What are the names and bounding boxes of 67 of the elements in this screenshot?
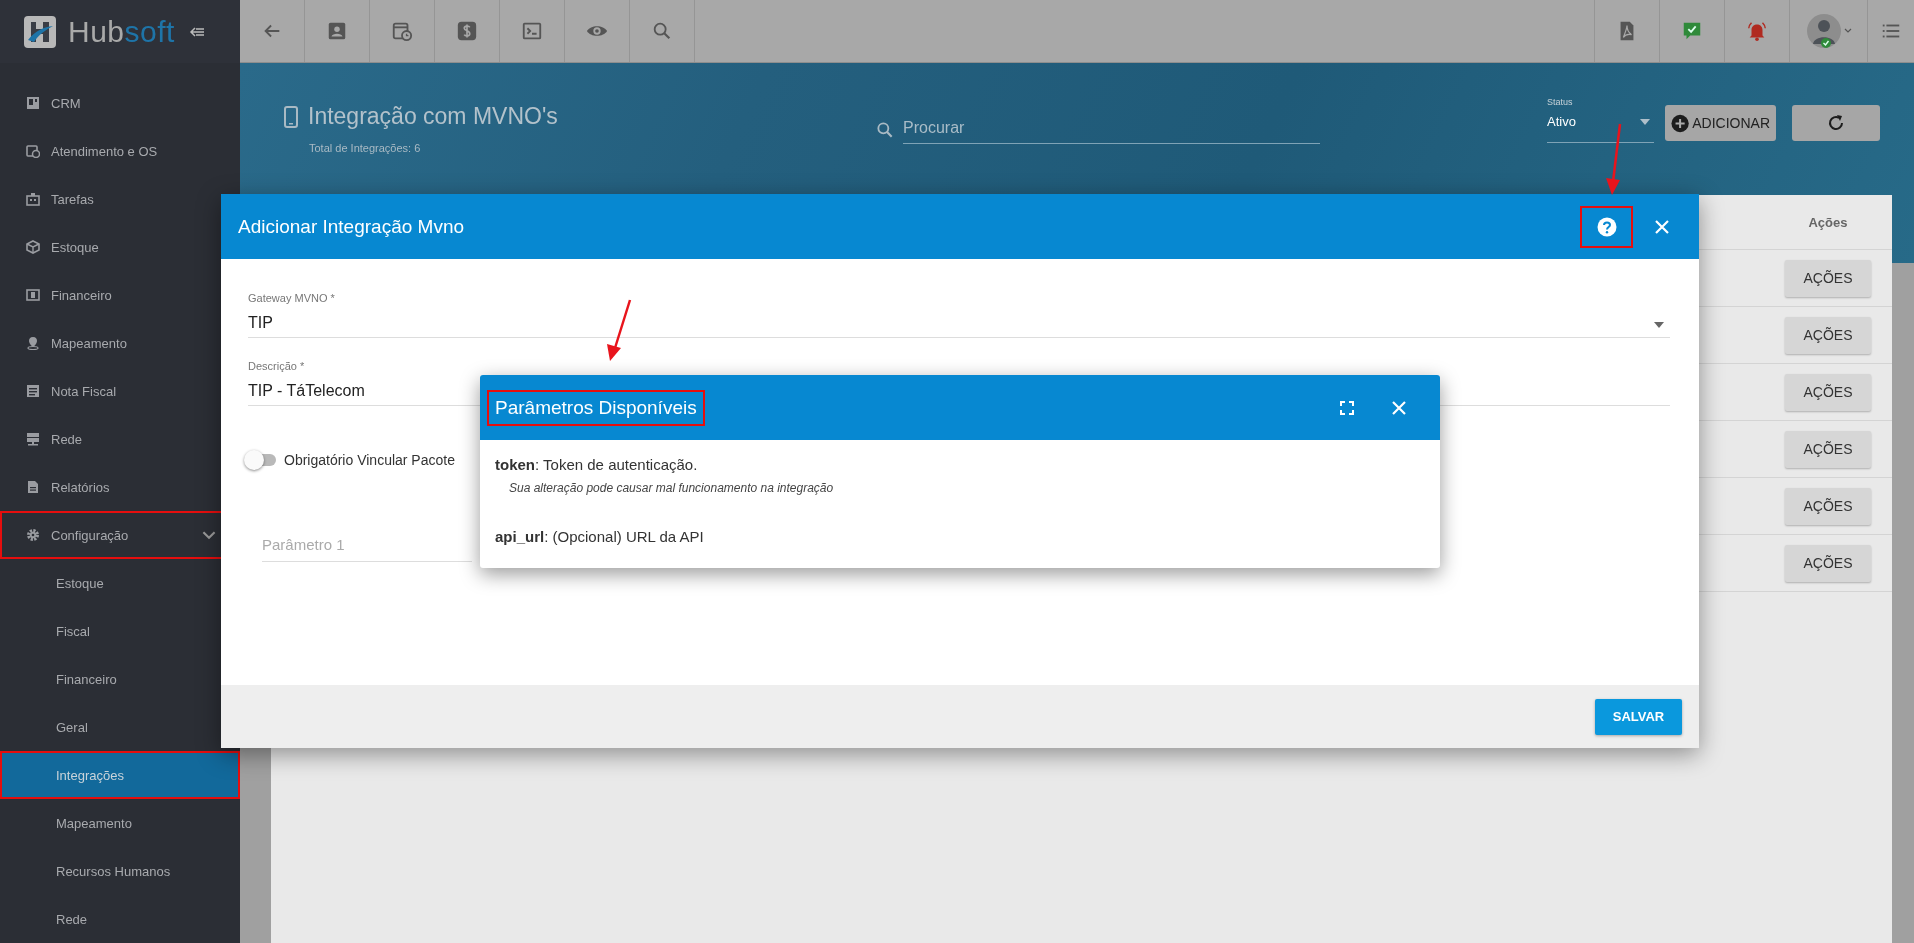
actions-button[interactable]: AÇÕES — [1785, 430, 1871, 468]
column-header: Ações — [1807, 214, 1849, 230]
gear-icon — [26, 528, 40, 542]
logo-text: Hubsoft — [68, 14, 175, 49]
sidebar-item[interactable]: Mapeamento — [0, 319, 240, 367]
sidebar-item[interactable]: Nota Fiscal — [0, 367, 240, 415]
gateway-select[interactable]: Gateway MVNO * TIP — [248, 292, 1670, 338]
save-button[interactable]: SALVAR — [1595, 698, 1682, 735]
actions-button[interactable]: AÇÕES — [1785, 544, 1871, 582]
building-icon — [26, 192, 40, 206]
sidebar-item[interactable]: Financeiro — [0, 271, 240, 319]
status-select[interactable]: Status Ativo — [1547, 97, 1654, 143]
parameter-note: Sua alteração pode causar mal funcionamento na integração — [509, 480, 835, 496]
actions-button[interactable]: AÇÕES — [1785, 373, 1871, 411]
phone-icon — [284, 105, 298, 128]
sidebar-item[interactable]: Atendimento e OS — [0, 127, 240, 175]
logo-icon — [24, 15, 56, 48]
fullscreen-icon — [1340, 400, 1354, 415]
page-title: Integração com MVNO's — [308, 103, 558, 130]
dollar-icon — [456, 20, 478, 42]
collapse-icon[interactable] — [188, 25, 205, 38]
file-icon — [26, 480, 40, 494]
actions-button[interactable]: AÇÕES — [1785, 316, 1871, 354]
plus-icon — [1671, 113, 1690, 133]
sidebar-item[interactable]: Integrações — [0, 751, 240, 799]
chevron-icon — [1843, 28, 1852, 34]
cube-icon — [26, 240, 40, 254]
sidebar-item[interactable]: Rede — [0, 415, 240, 463]
help-button[interactable] — [1580, 205, 1633, 248]
calendar-clock-icon — [391, 20, 413, 42]
sidebar-item[interactable]: CRM — [0, 79, 240, 127]
banknote-icon — [26, 288, 40, 302]
avatar-icon — [1805, 13, 1842, 49]
list-document-icon — [26, 384, 40, 398]
refresh-icon — [1826, 113, 1846, 133]
popup-title: Parâmetros Disponíveis — [487, 389, 705, 426]
location-pin-icon — [26, 336, 40, 350]
sidebar-item[interactable]: Rede — [0, 895, 240, 943]
refresh-button[interactable] — [1792, 105, 1880, 141]
actions-button[interactable]: AÇÕES — [1785, 487, 1871, 525]
toggle-switch[interactable] — [244, 450, 276, 470]
close-icon — [1654, 218, 1670, 235]
search-field[interactable]: Procurar — [903, 115, 1320, 144]
dialog-title: Adicionar Integração Mvno — [238, 215, 465, 238]
parameter-description: api_url: (Opcional) URL da API — [495, 527, 705, 547]
sidebar-item[interactable]: Tarefas — [0, 175, 240, 223]
server-icon — [26, 432, 40, 446]
sidebar-item[interactable]: Recursos Humanos — [0, 847, 240, 895]
contact-card-icon — [326, 20, 348, 42]
parameter-field[interactable]: Parâmetro 1 — [262, 532, 472, 562]
board-icon — [26, 96, 40, 110]
add-button[interactable]: ADICIONAR — [1665, 105, 1776, 141]
terminal-icon — [521, 20, 543, 42]
sidebar-item[interactable]: Mapeamento — [0, 799, 240, 847]
search-icon — [875, 119, 895, 140]
calendar-clock-icon — [26, 144, 40, 158]
help-icon — [1596, 216, 1617, 237]
parameter-description: token: Token de autenticação. — [495, 455, 699, 475]
sidebar-item[interactable]: Relatórios — [0, 463, 240, 511]
bell-icon — [1746, 20, 1768, 42]
caret-icon — [1654, 322, 1664, 328]
integration-count: Total de Integrações: 6 — [309, 142, 422, 154]
toggle-label: Obrigatório Vincular Pacote — [284, 452, 455, 468]
search-icon — [651, 20, 673, 42]
close-icon — [1391, 399, 1407, 416]
caret-icon — [1640, 119, 1650, 125]
actions-button[interactable]: AÇÕES — [1785, 259, 1871, 297]
